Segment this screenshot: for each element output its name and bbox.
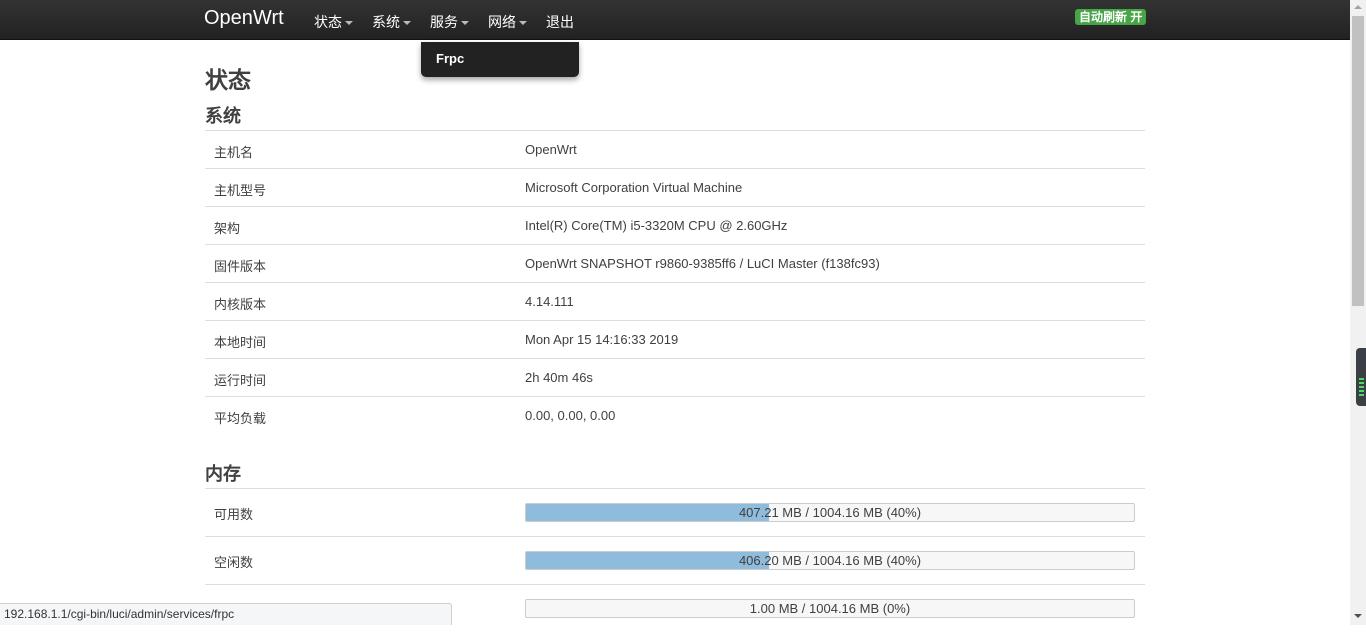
auto-refresh-toggle[interactable]: 自动刷新 开 bbox=[1075, 9, 1147, 25]
menu-status[interactable]: 状态 bbox=[314, 12, 353, 32]
memory-progress-bar: 406.20 MB / 1004.16 MB (40%) bbox=[525, 551, 1135, 570]
scroll-up-arrow-icon[interactable] bbox=[1354, 5, 1362, 9]
row-key: 本地时间 bbox=[214, 335, 267, 350]
menu-services-label: 服务 bbox=[430, 14, 458, 30]
table-row: 可用数 407.21 MB / 1004.16 MB (40%) bbox=[205, 488, 1145, 536]
menu-status-label: 状态 bbox=[314, 14, 342, 30]
table-row: 平均负载 0.00, 0.00, 0.00 bbox=[205, 396, 1145, 434]
dropdown-item-frpc[interactable]: Frpc bbox=[436, 51, 464, 66]
page-title: 状态 bbox=[205, 67, 251, 93]
logout-link[interactable]: 退出 bbox=[546, 12, 574, 32]
meter-bar-icon bbox=[1359, 390, 1364, 392]
row-key: 固件版本 bbox=[214, 259, 267, 274]
row-key: 空闲数 bbox=[214, 555, 254, 570]
services-dropdown-menu: Frpc bbox=[421, 42, 579, 77]
row-value: OpenWrt SNAPSHOT r9860-9385ff6 / LuCI Ma… bbox=[525, 256, 880, 271]
meter-bar-icon bbox=[1359, 378, 1364, 380]
row-value: 2h 40m 46s bbox=[525, 370, 593, 385]
scroll-down-arrow-icon[interactable] bbox=[1354, 614, 1362, 618]
progress-label: 407.21 MB / 1004.16 MB (40%) bbox=[738, 505, 922, 520]
table-row: 固件版本 OpenWrt SNAPSHOT r9860-9385ff6 / Lu… bbox=[205, 244, 1145, 282]
meter-bar-icon bbox=[1359, 386, 1364, 388]
memory-progress-bar: 1.00 MB / 1004.16 MB (0%) bbox=[525, 599, 1135, 618]
table-row: 内核版本 4.14.111 bbox=[205, 282, 1145, 320]
memory-progress-bar: 407.21 MB / 1004.16 MB (40%) bbox=[525, 503, 1135, 522]
menu-system[interactable]: 系统 bbox=[372, 12, 411, 32]
row-value: Microsoft Corporation Virtual Machine bbox=[525, 180, 743, 195]
table-row: 本地时间 Mon Apr 15 14:16:33 2019 bbox=[205, 320, 1145, 358]
meter-bar-icon bbox=[1359, 382, 1364, 384]
caret-down-icon bbox=[345, 21, 353, 26]
row-key: 主机名 bbox=[214, 145, 254, 160]
browser-status-url: 192.168.1.1/cgi-bin/luci/admin/services/… bbox=[0, 603, 452, 625]
menu-system-label: 系统 bbox=[372, 14, 400, 30]
row-value: 4.14.111 bbox=[525, 294, 574, 309]
row-value: OpenWrt bbox=[525, 142, 577, 157]
row-value: Intel(R) Core(TM) i5-3320M CPU @ 2.60GHz bbox=[525, 218, 788, 233]
menu-network[interactable]: 网络 bbox=[488, 12, 527, 32]
row-key: 架构 bbox=[214, 221, 241, 236]
table-row: 架构 Intel(R) Core(TM) i5-3320M CPU @ 2.60… bbox=[205, 206, 1145, 244]
caret-down-icon bbox=[461, 21, 469, 26]
system-table: 主机名 OpenWrt 主机型号 Microsoft Corporation V… bbox=[205, 130, 1145, 434]
row-key: 运行时间 bbox=[214, 373, 267, 388]
row-key: 内核版本 bbox=[214, 297, 267, 312]
system-heading: 系统 bbox=[205, 106, 241, 126]
memory-heading: 内存 bbox=[205, 464, 241, 484]
row-key: 可用数 bbox=[214, 507, 254, 522]
row-key: 主机型号 bbox=[214, 183, 267, 198]
row-value: 0.00, 0.00, 0.00 bbox=[525, 408, 616, 423]
meter-bar-icon bbox=[1359, 394, 1364, 396]
table-row: 运行时间 2h 40m 46s bbox=[205, 358, 1145, 396]
brand-logo[interactable]: OpenWrt bbox=[204, 7, 284, 30]
table-row: 主机型号 Microsoft Corporation Virtual Machi… bbox=[205, 168, 1145, 206]
progress-label: 406.20 MB / 1004.16 MB (40%) bbox=[738, 553, 922, 568]
caret-down-icon bbox=[519, 21, 527, 26]
vertical-scrollbar[interactable] bbox=[1350, 0, 1366, 625]
side-monitor-widget[interactable] bbox=[1356, 348, 1366, 406]
top-navbar: OpenWrt 状态 系统 服务 网络 退出 自动刷新 开 bbox=[0, 0, 1350, 40]
menu-network-label: 网络 bbox=[488, 14, 516, 30]
row-key: 平均负载 bbox=[214, 411, 267, 426]
scrollbar-thumb[interactable] bbox=[1352, 16, 1364, 306]
table-row: 主机名 OpenWrt bbox=[205, 130, 1145, 168]
table-row: 空闲数 406.20 MB / 1004.16 MB (40%) bbox=[205, 536, 1145, 584]
menu-services[interactable]: 服务 bbox=[430, 12, 469, 32]
row-value: Mon Apr 15 14:16:33 2019 bbox=[525, 332, 679, 347]
caret-down-icon bbox=[403, 21, 411, 26]
progress-label: 1.00 MB / 1004.16 MB (0%) bbox=[749, 601, 911, 616]
